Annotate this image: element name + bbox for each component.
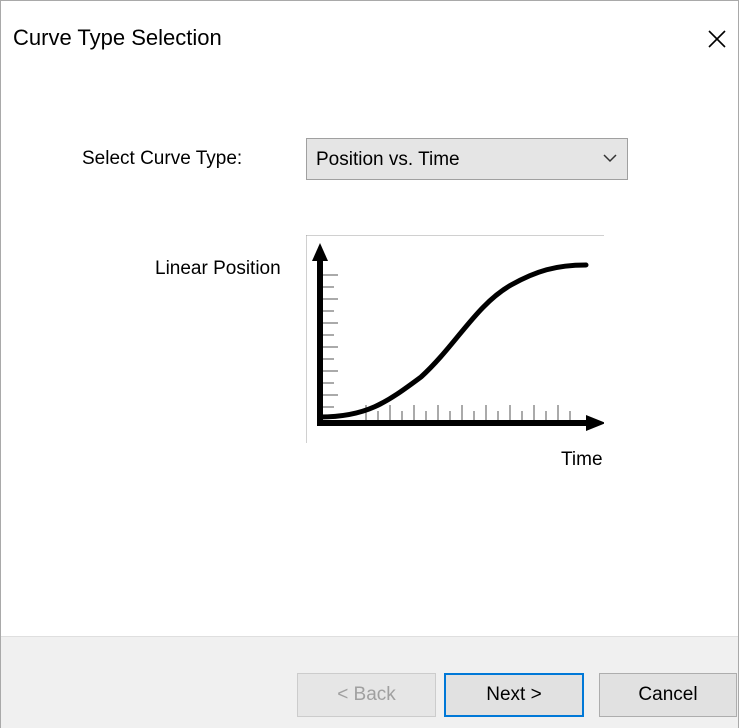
curve-type-label: Select Curve Type: bbox=[82, 148, 243, 169]
close-button[interactable] bbox=[697, 19, 737, 59]
preview-y-axis-label: Linear Position bbox=[155, 258, 281, 279]
y-axis-arrow bbox=[312, 243, 328, 261]
title-bar: Curve Type Selection bbox=[1, 1, 738, 79]
x-axis-ticks bbox=[365, 405, 571, 421]
chevron-down-icon bbox=[603, 154, 617, 163]
curve-type-select[interactable]: Position vs. Time bbox=[306, 138, 628, 180]
position-curve bbox=[317, 262, 589, 420]
curve-preview-graph bbox=[306, 235, 604, 443]
cancel-button[interactable]: Cancel bbox=[599, 673, 737, 717]
close-icon bbox=[708, 30, 726, 48]
next-button[interactable]: Next > bbox=[444, 673, 584, 717]
y-axis-ticks bbox=[322, 274, 338, 408]
curve-type-value: Position vs. Time bbox=[316, 149, 460, 170]
x-axis-arrow bbox=[586, 415, 604, 431]
preview-x-axis-label: Time bbox=[561, 449, 603, 470]
curve-type-dialog: Curve Type Selection Select Curve Type: … bbox=[0, 0, 739, 728]
window-title: Curve Type Selection bbox=[13, 25, 222, 50]
back-button[interactable]: < Back bbox=[297, 673, 436, 717]
